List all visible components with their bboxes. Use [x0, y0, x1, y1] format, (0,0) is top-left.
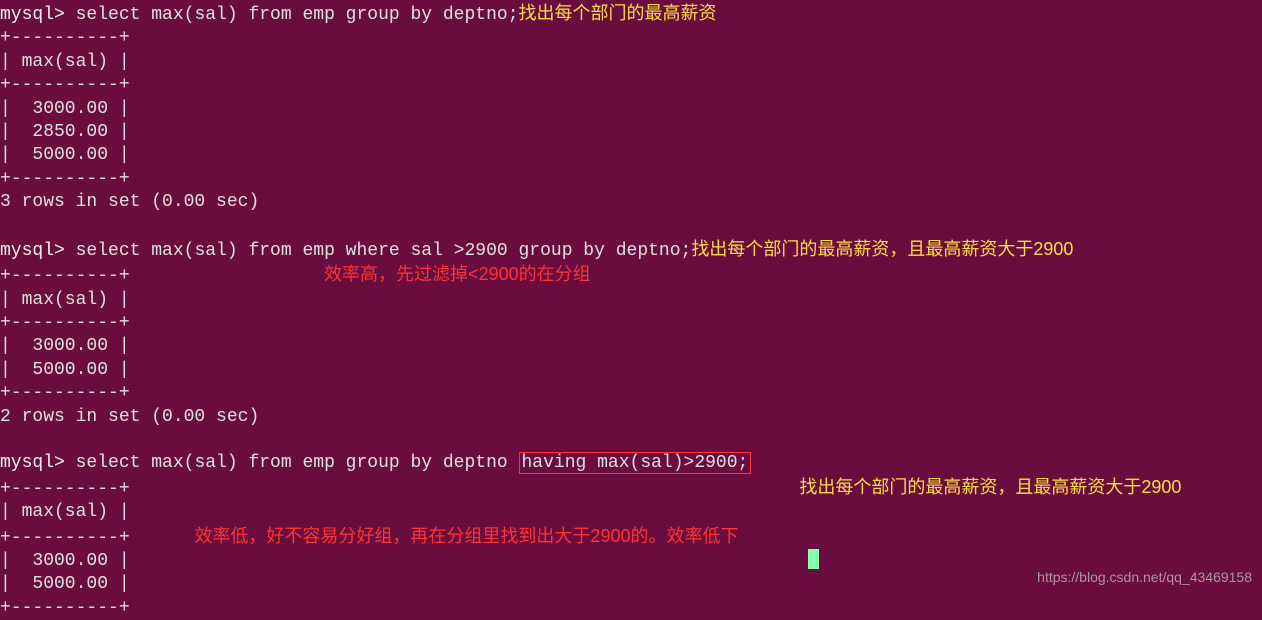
blank-line: [0, 429, 1262, 452]
table-divider: +----------+: [0, 168, 1262, 191]
sql-statement-part1: select max(sal) from emp group by deptno: [76, 453, 519, 473]
result-footer: 2 rows in set (0.00 sec): [0, 406, 1262, 429]
query1-line: mysql> select max(sal) from emp group by…: [0, 2, 1262, 27]
efficiency-note: 效率低，好不容易分好组，再在分组里找到出大于2900的。效率低下: [194, 526, 738, 546]
table-row: | 3000.00 |: [0, 98, 1262, 121]
table-header: | max(sal) |: [0, 501, 1262, 524]
result-footer: 3 rows in set (0.00 sec): [0, 191, 1262, 214]
efficiency-note: 效率高，先过滤掉<2900的在分组: [324, 264, 591, 284]
table-row: | 5000.00 |: [0, 144, 1262, 167]
table-divider: +----------+: [0, 74, 1262, 97]
mysql-prompt: mysql>: [0, 241, 76, 261]
annotation-yellow: 找出每个部门的最高薪资: [519, 3, 717, 23]
table-divider: +----------+: [0, 597, 1262, 620]
mysql-prompt: mysql>: [0, 5, 76, 25]
query2-line: mysql> select max(sal) from emp where sa…: [0, 238, 1262, 263]
table-row: | 3000.00 |: [0, 335, 1262, 358]
table-row: | 5000.00 |: [0, 359, 1262, 382]
blank-line: [0, 215, 1262, 238]
sql-statement: select max(sal) from emp group by deptno…: [76, 5, 519, 25]
watermark-text: https://blog.csdn.net/qq_43469158: [1037, 568, 1252, 586]
table-header: | max(sal) |: [0, 51, 1262, 74]
annotation-yellow: 找出每个部门的最高薪资，且最高薪资大于2900: [799, 477, 1181, 497]
terminal-cursor: [808, 549, 819, 569]
table-divider: +----------+: [0, 27, 1262, 50]
table-divider: +----------+: [0, 382, 1262, 405]
table-divider: +----------+: [0, 312, 1262, 335]
mysql-prompt: mysql>: [0, 453, 76, 473]
annotation-yellow: 找出每个部门的最高薪资，且最高薪资大于2900: [691, 239, 1073, 259]
sql-having-clause: having max(sal)>2900;: [519, 452, 752, 474]
table-header: | max(sal) |: [0, 289, 1262, 312]
table-row: | 2850.00 |: [0, 121, 1262, 144]
terminal-output: mysql> select max(sal) from emp group by…: [0, 2, 1262, 620]
table-divider: +----------+ 效率高，先过滤掉<2900的在分组: [0, 263, 1262, 288]
table-divider: +----------+ 找出每个部门的最高薪资，且最高薪资大于2900: [0, 476, 1262, 501]
table-divider: +----------+ 效率低，好不容易分好组，再在分组里找到出大于2900的…: [0, 525, 1262, 550]
sql-statement: select max(sal) from emp where sal >2900…: [76, 241, 692, 261]
query3-line: mysql> select max(sal) from emp group by…: [0, 452, 1262, 475]
